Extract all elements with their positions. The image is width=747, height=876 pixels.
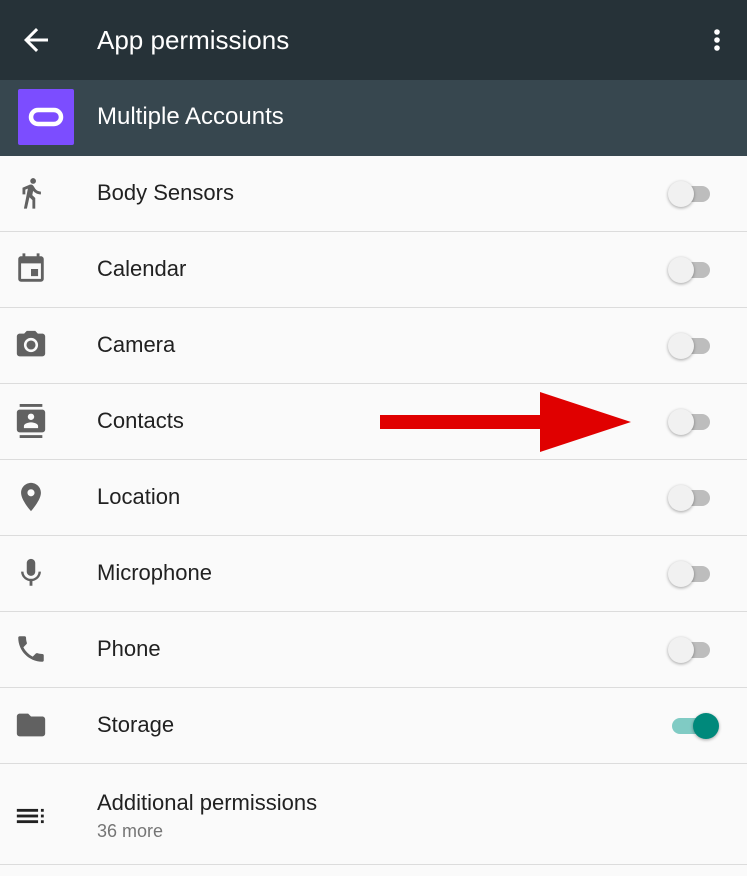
back-arrow-icon[interactable] [18, 22, 54, 58]
toggle-switch[interactable] [668, 181, 712, 207]
annotation-arrow-icon [380, 392, 631, 452]
toolbar: App permissions [0, 0, 747, 80]
additional-permissions-row[interactable]: Additional permissions 36 more [0, 763, 747, 865]
folder-icon [16, 713, 46, 737]
permission-row-body-sensors[interactable]: Body Sensors [0, 156, 747, 232]
toggle-switch[interactable] [668, 257, 712, 283]
permission-row-calendar[interactable]: Calendar [0, 232, 747, 308]
additional-permissions-count: 36 more [97, 821, 164, 841]
app-name: Multiple Accounts [97, 103, 284, 130]
walk-icon [22, 178, 41, 209]
permission-label: Microphone [97, 560, 212, 585]
permission-label: Body Sensors [97, 180, 234, 205]
contacts-icon [16, 404, 46, 438]
toggle-switch[interactable] [668, 637, 712, 663]
toggle-switch[interactable] [668, 713, 719, 739]
permission-row-camera[interactable]: Camera [0, 308, 747, 384]
microphone-icon [21, 558, 41, 586]
more-vert-icon[interactable] [705, 24, 729, 56]
location-pin-icon [21, 482, 41, 512]
additional-permissions-label: Additional permissions [97, 790, 318, 815]
permission-label: Storage [97, 712, 175, 737]
page-title: App permissions [97, 25, 290, 55]
permission-row-microphone[interactable]: Microphone [0, 536, 747, 612]
permission-label: Phone [97, 636, 161, 661]
permission-row-storage[interactable]: Storage [0, 688, 747, 764]
camera-icon [16, 330, 46, 357]
permission-row-contacts[interactable]: Contacts [0, 384, 747, 460]
permission-label: Calendar [97, 256, 187, 281]
permission-row-location[interactable]: Location [0, 460, 747, 536]
toggle-switch[interactable] [668, 561, 712, 587]
app-logo-icon [18, 89, 74, 145]
calendar-icon [18, 253, 44, 282]
toggle-switch[interactable] [668, 333, 712, 359]
list-icon [16, 808, 44, 824]
permission-label: Contacts [97, 408, 184, 433]
permission-label: Location [97, 484, 181, 509]
permission-row-phone[interactable]: Phone [0, 612, 747, 688]
phone-icon [18, 636, 44, 662]
toggle-switch[interactable] [668, 409, 712, 435]
toggle-switch[interactable] [668, 485, 712, 511]
permission-label: Camera [97, 332, 176, 357]
